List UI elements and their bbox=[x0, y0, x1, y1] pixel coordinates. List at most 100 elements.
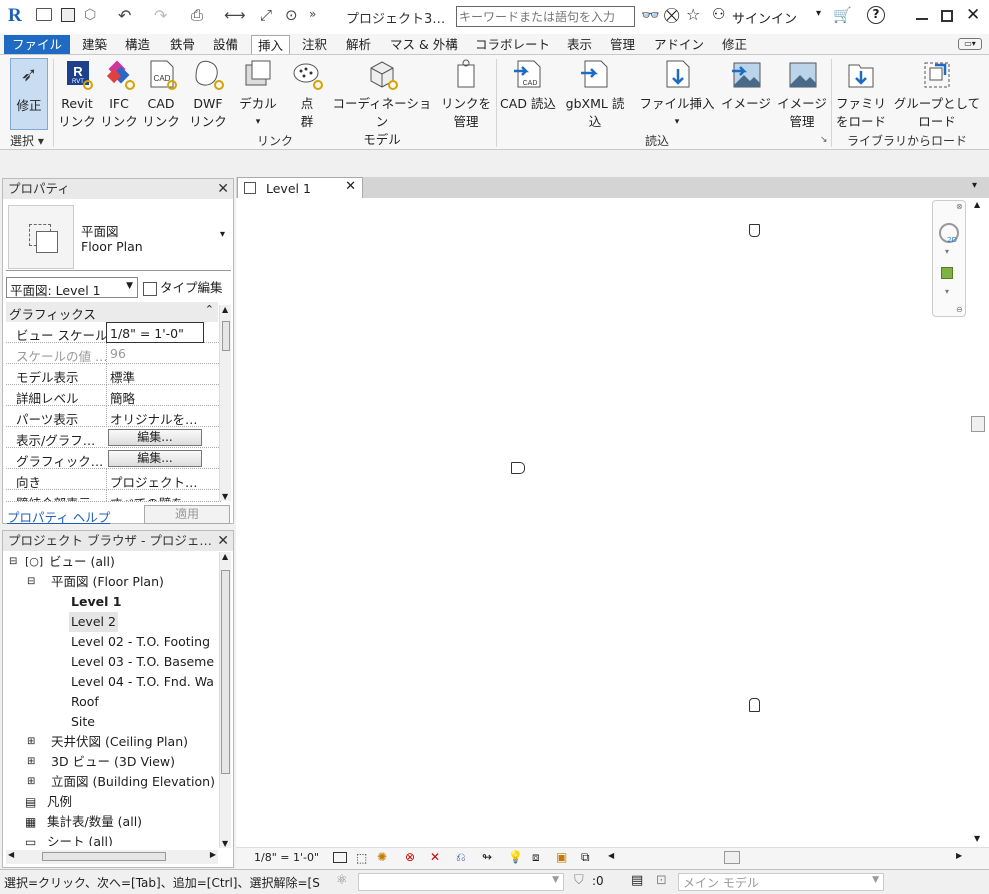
elevation-marker-west[interactable] bbox=[511, 462, 525, 474]
sun-path-icon[interactable]: ✺ bbox=[377, 850, 387, 864]
show-crop-icon[interactable]: ⎌ bbox=[456, 850, 466, 865]
signin-link[interactable]: サインイン bbox=[732, 8, 797, 27]
maximize-icon[interactable] bbox=[941, 10, 953, 22]
measure-icon[interactable]: ⟷ bbox=[224, 6, 246, 24]
tab-annotate[interactable]: 注釈 bbox=[296, 35, 333, 54]
tab-structure[interactable]: 構造 bbox=[119, 35, 156, 54]
temp-hide-icon[interactable]: 💡 bbox=[508, 850, 523, 864]
tab-collaborate[interactable]: コラボレート bbox=[469, 35, 556, 54]
star-icon[interactable]: ☆ bbox=[686, 5, 700, 24]
more-icon[interactable]: » bbox=[309, 7, 316, 21]
point-cloud-button[interactable]: 点 群 bbox=[288, 59, 326, 131]
hscroll-thumb[interactable] bbox=[724, 851, 740, 864]
coordination-model-button[interactable]: コーディネーション モデル bbox=[328, 59, 436, 149]
ribbon-toggle-icon[interactable]: ▭▾ bbox=[958, 38, 982, 50]
browser-vertical-scrollbar[interactable]: ▲ ▼ bbox=[219, 552, 231, 848]
temp-properties-icon[interactable]: ▣ bbox=[556, 850, 567, 864]
revit-link-button[interactable]: R RVT Revit リンク bbox=[56, 59, 98, 131]
tab-modify[interactable]: 修正 bbox=[716, 35, 753, 54]
tree-node-sheets[interactable]: シート (all) bbox=[47, 832, 113, 846]
2d-wheel-icon[interactable]: 2D bbox=[939, 223, 959, 244]
select-panel-label[interactable]: 選択 ▾ bbox=[10, 132, 44, 149]
load-as-group-button[interactable]: グループとして ロード bbox=[890, 59, 984, 131]
view-scale-button[interactable]: 1/8" = 1'-0" bbox=[254, 851, 319, 864]
tab-view[interactable]: 表示 bbox=[561, 35, 598, 54]
hscroll-right-icon[interactable]: ▶ bbox=[956, 851, 962, 860]
filter-icon[interactable]: ⛉ bbox=[574, 873, 584, 888]
close-icon[interactable]: ✕ bbox=[966, 5, 980, 25]
vg-edit-button[interactable]: 編集... bbox=[108, 429, 202, 446]
reveal-hidden-icon[interactable]: ⧈ bbox=[532, 850, 540, 865]
elevation-marker-north[interactable] bbox=[749, 224, 760, 237]
design-options-icon[interactable]: ▤ bbox=[631, 873, 643, 888]
visual-style-icon[interactable]: ⬚ bbox=[356, 851, 367, 865]
user-icon[interactable]: ⚇ bbox=[712, 5, 725, 23]
tab-addins[interactable]: アドイン bbox=[648, 35, 710, 54]
save-icon[interactable] bbox=[61, 8, 75, 22]
type-selector[interactable]: 平面図 Floor Plan ▾ bbox=[6, 203, 231, 271]
cad-import-button[interactable]: CAD CAD 読込 bbox=[498, 59, 558, 113]
workset-dropdown[interactable]: ▼ bbox=[358, 873, 564, 891]
worksets-icon[interactable]: ⚛ bbox=[336, 873, 348, 888]
collapse-icon[interactable]: ⌃ bbox=[205, 303, 214, 316]
tree-toggle-icon[interactable]: ⊞ bbox=[27, 732, 35, 752]
properties-help-link[interactable]: プロパティ ヘルプ bbox=[7, 507, 110, 526]
view-vertical-scrollbar[interactable]: ▲ ▼ bbox=[969, 198, 989, 848]
tree-node-level-02[interactable]: Level 02 - T.O. Footing bbox=[71, 632, 210, 652]
print-icon[interactable]: ⎙ bbox=[191, 6, 203, 24]
property-row[interactable]: 壁結合部表示すべての壁を… bbox=[6, 490, 221, 502]
dimension-icon[interactable]: ⤢ bbox=[260, 6, 272, 24]
decal-button[interactable]: デカル ▾ bbox=[236, 59, 280, 131]
help-icon[interactable]: ? bbox=[867, 6, 885, 24]
cart-icon[interactable]: 🛒 bbox=[833, 6, 852, 24]
design-option-dropdown[interactable]: メイン モデル ▼ bbox=[678, 873, 884, 891]
view-tab-level-1[interactable]: Level 1 ✕ bbox=[237, 177, 363, 198]
dwf-link-button[interactable]: DWF リンク bbox=[186, 59, 230, 131]
tree-node-views[interactable]: ビュー (all) bbox=[49, 552, 115, 572]
tab-massing[interactable]: マス & 外構 bbox=[384, 35, 464, 54]
insert-from-file-button[interactable]: ファイル挿入 ▾ bbox=[638, 59, 716, 131]
tab-insert[interactable]: 挿入 bbox=[251, 35, 291, 54]
tree-toggle-icon[interactable]: ⊞ bbox=[27, 772, 35, 792]
property-row[interactable]: ビュー スケール 1/8" = 1'-0" bbox=[6, 322, 221, 343]
tag-icon[interactable]: ⊙ bbox=[285, 6, 298, 24]
analytical-model-icon[interactable]: ⧉ bbox=[581, 850, 590, 865]
tree-toggle-icon[interactable]: ⊞ bbox=[27, 752, 35, 772]
tree-node-roof[interactable]: Roof bbox=[71, 692, 99, 712]
modify-button[interactable]: ➶ 修正 bbox=[10, 58, 48, 130]
property-row[interactable]: モデル表示 標準 bbox=[6, 364, 221, 385]
browser-horizontal-scrollbar[interactable]: ◀ ▶ bbox=[6, 850, 218, 864]
zoom-dropdown-icon[interactable]: ▾ bbox=[945, 287, 949, 296]
load-family-button[interactable]: ファミリ をロード bbox=[834, 59, 888, 131]
image-button[interactable]: イメージ bbox=[720, 59, 772, 113]
wheel-dropdown-icon[interactable]: ▾ bbox=[945, 247, 949, 256]
tree-toggle-icon[interactable]: ⊟ bbox=[9, 552, 17, 572]
shadows-icon[interactable]: ⊗ bbox=[405, 850, 415, 864]
apply-button[interactable]: 適用 bbox=[144, 505, 230, 524]
binoculars-icon[interactable]: 👓 bbox=[641, 6, 660, 24]
elevation-marker-south[interactable] bbox=[749, 698, 760, 712]
subscription-icon[interactable]: ⛒ bbox=[664, 6, 679, 24]
tree-node-schedules[interactable]: 集計表/数量 (all) bbox=[47, 812, 142, 832]
property-row[interactable]: 向き プロジェクト… bbox=[6, 469, 221, 490]
tree-node-level-1[interactable]: Level 1 bbox=[71, 592, 121, 612]
tree-node-level-04[interactable]: Level 04 - T.O. Fnd. Wal bbox=[71, 672, 215, 692]
tab-manage[interactable]: 管理 bbox=[604, 35, 641, 54]
editable-only-icon[interactable]: ⊡ bbox=[656, 873, 667, 888]
graphic-display-edit-button[interactable]: 編集... bbox=[108, 450, 202, 467]
revit-logo[interactable]: R bbox=[8, 5, 22, 27]
manage-links-button[interactable]: リンクを 管理 bbox=[440, 59, 492, 131]
zoom-region-icon[interactable] bbox=[941, 267, 953, 279]
nav-bar-options-icon[interactable]: ⊖ bbox=[956, 305, 963, 314]
tab-architecture[interactable]: 建築 bbox=[76, 35, 113, 54]
drawing-area[interactable]: Level 1 ✕ ▾ ⊗ 2D ▾ ▾ ⊖ ▲ ▼ 1/8" = 1'-0" … bbox=[236, 177, 989, 869]
tree-node-site[interactable]: Site bbox=[71, 712, 95, 732]
type-dropdown-icon[interactable]: ▾ bbox=[220, 229, 225, 240]
graphics-section-header[interactable]: グラフィックス ⌃ bbox=[6, 302, 218, 322]
manage-images-button[interactable]: イメージ 管理 bbox=[776, 59, 828, 131]
search-input[interactable] bbox=[456, 6, 635, 27]
tab-analyze[interactable]: 解析 bbox=[340, 35, 377, 54]
tree-node-level-03[interactable]: Level 03 - T.O. Basemen bbox=[71, 652, 215, 672]
sync-icon[interactable]: ⬡ bbox=[84, 7, 96, 23]
redo-icon[interactable]: ↷ bbox=[154, 6, 167, 25]
